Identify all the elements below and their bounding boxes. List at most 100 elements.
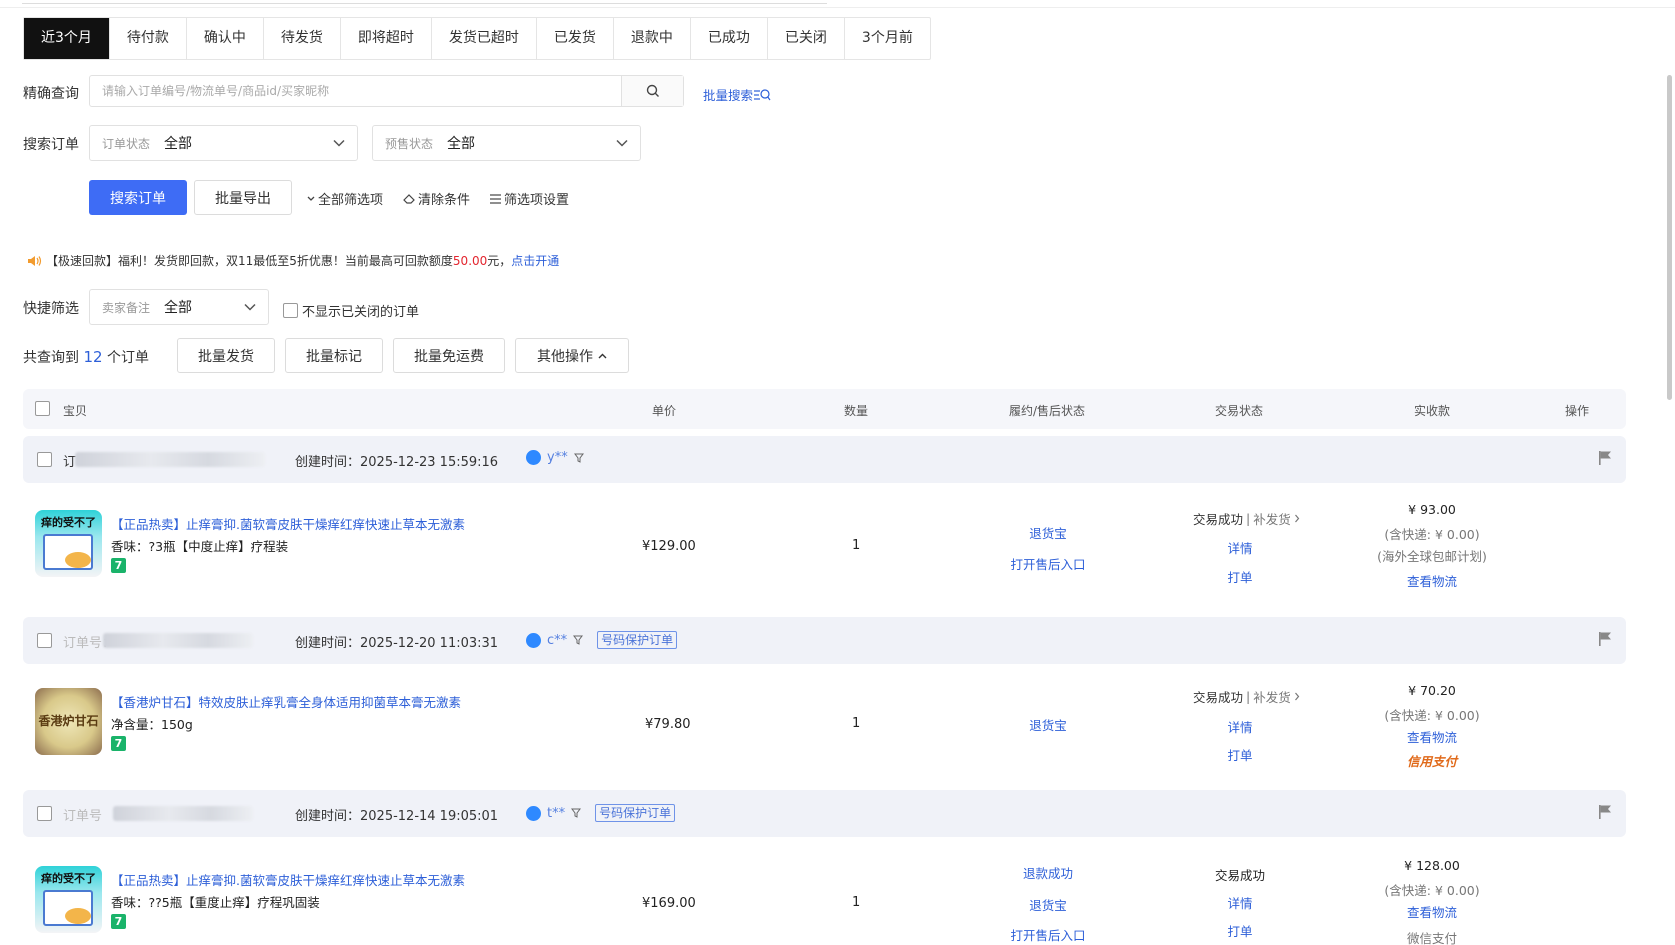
product-jar-graphic [65, 908, 91, 924]
chevron-down-icon [333, 139, 345, 147]
shipping-fee: (含快递: ¥ 0.00) [1384, 527, 1480, 542]
number-protection-badge: 号码保护订单 [595, 804, 676, 822]
presale-status-select[interactable]: 预售状态 全部 [372, 125, 641, 161]
filter-settings-button[interactable]: 筛选项设置 [489, 189, 569, 208]
chevron-down-icon [244, 303, 256, 311]
clear-conditions-button[interactable]: 清除条件 [403, 189, 470, 208]
product-title-link[interactable]: 【正品热卖】止痒膏抑.菌软膏皮肤干燥痒红痒快速止草本无激素 [111, 870, 465, 889]
all-filters-label: 全部筛选项 [318, 193, 384, 208]
notice-activate-link[interactable]: 点击开通 [511, 252, 559, 269]
quantity: 1 [852, 538, 861, 553]
print-order-link[interactable]: 打单 [1227, 921, 1252, 940]
flag-icon[interactable] [1598, 631, 1612, 647]
all-filters-toggle[interactable]: 全部筛选项 [306, 189, 383, 208]
column-paid: 实收款 [1414, 404, 1451, 418]
after-sale-entry-link[interactable]: 打开售后入口 [1010, 925, 1085, 944]
product-spec: 香味：??5瓶【重度止痒】疗程巩固装 [111, 895, 320, 910]
buyer-info[interactable]: t** 号码保护订单 [526, 804, 676, 822]
presale-status-label: 预售状态 [385, 136, 434, 151]
refund-success-link[interactable]: 退款成功 [1023, 863, 1073, 882]
chevron-up-icon [598, 353, 607, 358]
order-created-time: 创建时间：2025-12-23 15:59:16 [295, 455, 499, 470]
search-orders-button[interactable]: 搜索订单 [89, 180, 187, 215]
list-icon [490, 193, 501, 204]
batch-export-button[interactable]: 批量导出 [194, 180, 292, 215]
batch-free-shipping-button[interactable]: 批量免运费 [393, 338, 505, 373]
quantity: 1 [852, 895, 861, 910]
hide-closed-option[interactable]: 不显示已关闭的订单 [283, 301, 419, 320]
batch-ship-button[interactable]: 批量发货 [177, 338, 275, 373]
trade-status: 交易成功 | 补发货 [1193, 687, 1300, 706]
batch-search-link[interactable]: 批量搜索 [703, 85, 771, 104]
chevron-right-icon [1294, 514, 1300, 523]
tab-about-to-timeout[interactable]: 即将超时 [341, 18, 432, 59]
search-input[interactable] [90, 76, 621, 106]
reship-link[interactable]: 补发货 [1253, 509, 1291, 528]
order-created-time: 创建时间：2025-12-20 11:03:31 [295, 636, 499, 651]
return-insurance-link[interactable]: 退货宝 [1029, 895, 1067, 914]
order-details-link[interactable]: 详情 [1227, 538, 1252, 557]
order-checkbox[interactable] [37, 452, 52, 467]
payment-method: 微信支付 [1406, 931, 1458, 945]
reship-link[interactable]: 补发货 [1253, 687, 1291, 706]
seven-day-return-icon: 7 [111, 914, 126, 929]
chevron-right-icon [1294, 692, 1300, 701]
product-thumbnail[interactable]: 痒的受不了 [35, 866, 102, 933]
batch-mark-button[interactable]: 批量标记 [285, 338, 383, 373]
product-thumbnail[interactable]: 痒的受不了 [35, 510, 102, 577]
tab-shipped[interactable]: 已发货 [537, 18, 614, 59]
presale-status-value: 全部 [447, 136, 476, 152]
seven-day-return-icon: 7 [111, 558, 126, 573]
product-thumbnail[interactable]: 香港炉甘石 [35, 688, 102, 755]
view-logistics-link[interactable]: 查看物流 [1407, 727, 1457, 746]
column-qty: 数量 [844, 404, 869, 418]
tab-confirming[interactable]: 确认中 [187, 18, 264, 59]
flag-icon[interactable] [1598, 804, 1612, 820]
order-details-link[interactable]: 详情 [1227, 893, 1252, 912]
buyer-chat-icon [526, 450, 541, 465]
search-button[interactable] [621, 76, 683, 106]
tab-recent-3-months[interactable]: 近3个月 [24, 18, 110, 59]
order-checkbox[interactable] [37, 806, 52, 821]
tab-closed[interactable]: 已关闭 [768, 18, 845, 59]
shipping-fee: (含快递: ¥ 0.00) [1384, 883, 1480, 898]
return-insurance-link[interactable]: 退货宝 [1029, 715, 1067, 734]
after-sale-entry-link[interactable]: 打开售后入口 [1010, 554, 1085, 573]
filter-icon [573, 453, 584, 463]
quantity: 1 [852, 716, 861, 731]
exact-search-label: 精确查询 [23, 86, 79, 102]
print-order-link[interactable]: 打单 [1227, 567, 1252, 586]
notice-text-tail: 元， [487, 254, 512, 268]
tab-3-months-ago[interactable]: 3个月前 [845, 18, 930, 59]
buyer-info[interactable]: c** 号码保护订单 [526, 631, 678, 649]
order-details-link[interactable]: 详情 [1227, 717, 1252, 736]
return-insurance-link[interactable]: 退货宝 [1029, 523, 1067, 542]
tab-pending-payment[interactable]: 待付款 [110, 18, 187, 59]
order-status-select[interactable]: 订单状态 全部 [89, 125, 358, 161]
print-order-link[interactable]: 打单 [1227, 745, 1252, 764]
view-logistics-link[interactable]: 查看物流 [1407, 571, 1457, 590]
seller-remark-select[interactable]: 卖家备注 全部 [89, 289, 269, 325]
hide-closed-checkbox[interactable] [283, 303, 298, 318]
other-actions-button[interactable]: 其他操作 [515, 338, 629, 373]
trade-status: 交易成功 | 补发货 [1193, 509, 1300, 528]
credit-pay-badge: 信用支付 [1406, 754, 1458, 769]
tab-refunding[interactable]: 退款中 [614, 18, 691, 59]
order-status-value: 全部 [164, 136, 193, 152]
view-logistics-link[interactable]: 查看物流 [1407, 902, 1457, 921]
column-price: 单价 [652, 404, 677, 418]
order-checkbox[interactable] [37, 633, 52, 648]
tab-succeeded[interactable]: 已成功 [691, 18, 768, 59]
flag-icon[interactable] [1598, 450, 1612, 466]
tab-shipping-overdue[interactable]: 发货已超时 [432, 18, 537, 59]
unit-price: ¥79.80 [645, 717, 691, 732]
paid-amount: ¥ 93.00 [1408, 502, 1456, 517]
vertical-scrollbar[interactable] [1667, 75, 1672, 400]
select-all-checkbox[interactable] [35, 401, 50, 416]
product-spec: 香味：?3瓶【中度止痒】疗程装 [111, 539, 289, 554]
product-title-link[interactable]: 【香港炉甘石】特效皮肤止痒乳膏全身体适用抑菌草本膏无激素 [111, 692, 461, 711]
buyer-info[interactable]: y** [526, 450, 584, 465]
tab-pending-shipment[interactable]: 待发货 [264, 18, 341, 59]
shipping-fee: (含快递: ¥ 0.00) [1384, 708, 1480, 723]
product-title-link[interactable]: 【正品热卖】止痒膏抑.菌软膏皮肤干燥痒红痒快速止草本无激素 [111, 514, 465, 533]
